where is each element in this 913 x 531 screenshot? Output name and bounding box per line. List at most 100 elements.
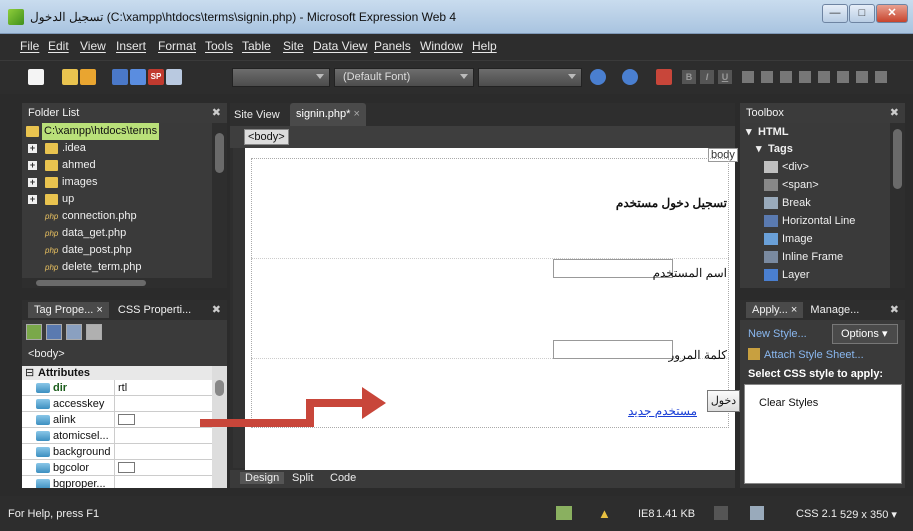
menu-format[interactable]: Format <box>158 39 196 53</box>
toolbox-item-iframe[interactable]: Inline Frame <box>740 248 890 266</box>
tree-item-up[interactable]: + up <box>22 191 227 208</box>
attribute-value[interactable] <box>114 476 227 488</box>
tree-root[interactable]: C:\xampp\htdocs\terms <box>22 123 227 140</box>
align-list-icons[interactable] <box>742 71 892 83</box>
menu-file[interactable]: File <box>20 39 39 53</box>
toolbox-scrollbar[interactable] <box>890 123 905 288</box>
sharepoint-icon[interactable]: SP <box>148 69 164 85</box>
toolbox-item-hr[interactable]: Horizontal Line <box>740 212 890 230</box>
maximize-button[interactable]: □ <box>849 4 875 23</box>
menu-panels[interactable]: Panels <box>374 39 411 53</box>
preview-icon[interactable] <box>166 69 182 85</box>
attribute-row[interactable]: accesskey <box>22 396 227 412</box>
tab-css-properties[interactable]: CSS Properti... <box>118 304 191 316</box>
styles-icon[interactable] <box>714 506 728 520</box>
toolbox-subsection-tags[interactable]: ▾ Tags <box>740 140 890 158</box>
menu-insert[interactable]: Insert <box>116 39 146 53</box>
categorized-icon[interactable] <box>26 324 42 340</box>
tree-item-date-post[interactable]: php date_post.php <box>22 242 227 259</box>
tab-code[interactable]: Code <box>330 472 356 484</box>
status-browser[interactable]: IE8 <box>638 508 655 520</box>
sort-icon[interactable] <box>46 324 62 340</box>
attributes-section-header[interactable]: ⊟ Attributes <box>22 366 212 380</box>
menu-tools[interactable]: Tools <box>205 39 233 53</box>
tab-apply-styles[interactable]: Apply... × <box>746 302 804 318</box>
attach-style-sheet-link[interactable]: Attach Style Sheet... <box>748 348 864 361</box>
attribute-row[interactable]: bgproper... <box>22 476 227 488</box>
style-dropdown[interactable] <box>232 68 330 87</box>
close-icon[interactable]: ✖ <box>212 300 221 320</box>
new-user-link[interactable]: مستخدم جديد <box>617 404 697 418</box>
bold-button[interactable]: B <box>682 70 696 84</box>
menu-window[interactable]: Window <box>420 39 463 53</box>
tab-design[interactable]: Design <box>240 472 285 484</box>
tab-tag-properties[interactable]: Tag Prope... × <box>28 302 109 318</box>
tree-item-data-get[interactable]: php data_get.php <box>22 225 227 242</box>
underline-button[interactable]: U <box>718 70 732 84</box>
expand-icon[interactable]: + <box>28 161 37 170</box>
expand-icon[interactable]: + <box>28 195 37 204</box>
show-set-icon[interactable] <box>66 324 82 340</box>
attribute-row[interactable]: alink <box>22 412 227 428</box>
tree-item-connection[interactable]: php connection.php <box>22 208 227 225</box>
tree-item-ahmed[interactable]: + ahmed <box>22 157 227 174</box>
menu-table[interactable]: Table <box>242 39 271 53</box>
doc-type-icon[interactable] <box>750 506 764 520</box>
attribute-row[interactable]: background <box>22 444 227 460</box>
scroll-thumb[interactable] <box>215 133 224 173</box>
redo-icon[interactable] <box>622 69 638 85</box>
toolbox-item-layer[interactable]: Layer <box>740 266 890 284</box>
visual-aids-icon[interactable] <box>556 506 572 520</box>
properties-icon[interactable] <box>86 324 102 340</box>
color-swatch[interactable] <box>118 462 135 473</box>
expand-icon[interactable]: + <box>28 144 37 153</box>
close-icon[interactable]: ✖ <box>890 103 899 123</box>
pin-icon[interactable]: ✖ <box>212 103 221 123</box>
attribute-row[interactable]: dir rtl <box>22 380 227 396</box>
highlight-icon[interactable] <box>656 69 672 85</box>
tab-site-view[interactable]: Site View <box>234 106 280 124</box>
save-icon[interactable] <box>112 69 128 85</box>
new-page-icon[interactable] <box>28 69 44 85</box>
close-button[interactable]: ✕ <box>876 4 908 23</box>
toolbox-item-span[interactable]: <span> <box>740 176 890 194</box>
new-style-link[interactable]: New Style... <box>748 328 807 340</box>
menu-site[interactable]: Site <box>283 39 304 53</box>
close-icon[interactable]: ✖ <box>890 300 899 320</box>
quick-tag-body[interactable]: <body> <box>244 129 289 145</box>
options-button[interactable]: Options ▾ <box>832 324 898 344</box>
tab-close-icon[interactable]: × <box>354 108 360 120</box>
minimize-button[interactable]: — <box>822 4 848 23</box>
tab-split[interactable]: Split <box>292 472 313 484</box>
menu-view[interactable]: View <box>80 39 106 53</box>
toolbox-item-image[interactable]: Image <box>740 230 890 248</box>
scroll-thumb[interactable] <box>893 129 902 189</box>
open-site-icon[interactable] <box>80 69 96 85</box>
attribute-row[interactable]: bgcolor <box>22 460 227 476</box>
toolbox-item-div[interactable]: <div> <box>740 158 890 176</box>
tree-item-delete-term[interactable]: php delete_term.php <box>22 259 227 276</box>
tab-signin-php[interactable]: signin.php* × <box>290 103 366 126</box>
color-swatch[interactable] <box>118 414 135 425</box>
folder-list-scrollbar[interactable] <box>212 123 227 278</box>
menu-help[interactable]: Help <box>472 39 497 53</box>
menu-data-view[interactable]: Data View <box>313 39 367 53</box>
italic-button[interactable]: I <box>700 70 714 84</box>
tree-item-images[interactable]: + images <box>22 174 227 191</box>
attribute-value[interactable] <box>114 444 227 460</box>
attribute-value[interactable] <box>114 460 227 476</box>
folder-list-hscrollbar[interactable] <box>22 278 227 288</box>
toolbox-section-html[interactable]: ▾ HTML <box>740 123 890 141</box>
undo-icon[interactable] <box>590 69 606 85</box>
font-dropdown[interactable]: (Default Font) <box>334 68 474 87</box>
expand-icon[interactable]: + <box>28 178 37 187</box>
clear-styles-item[interactable]: Clear Styles <box>759 397 818 409</box>
status-css-version[interactable]: CSS 2.1 <box>796 508 837 520</box>
attribute-row[interactable]: atomicsel... <box>22 428 227 444</box>
scroll-thumb[interactable] <box>36 280 146 286</box>
warning-icon[interactable]: ▲ <box>598 506 611 521</box>
publish-icon[interactable] <box>130 69 146 85</box>
tree-item-idea[interactable]: + .idea <box>22 140 227 157</box>
password-input[interactable] <box>553 340 673 359</box>
menu-edit[interactable]: Edit <box>48 39 69 53</box>
